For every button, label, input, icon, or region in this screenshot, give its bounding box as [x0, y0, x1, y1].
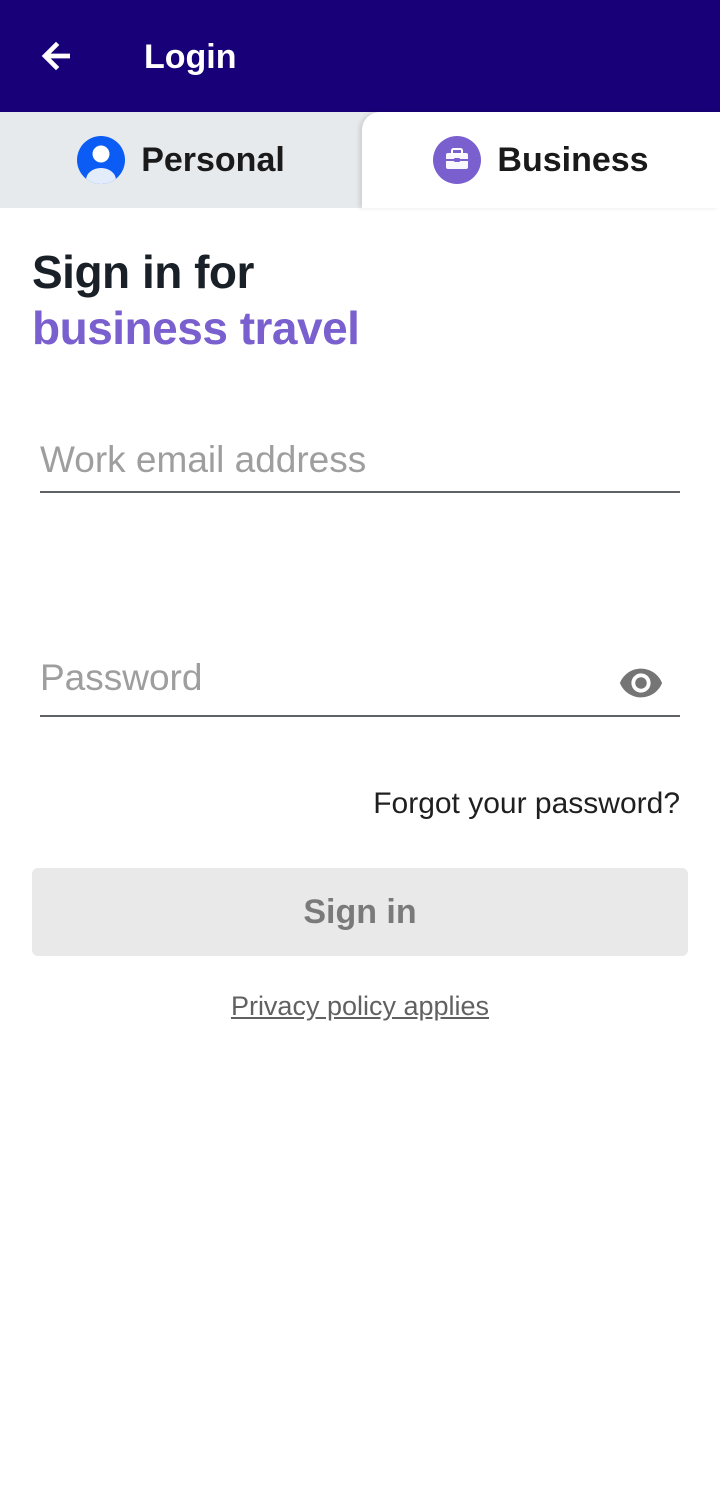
tab-personal[interactable]: Personal [0, 112, 362, 208]
email-field-container [40, 430, 680, 493]
heading-line-1: Sign in for [32, 246, 254, 298]
briefcase-icon [433, 136, 482, 184]
sign-in-button-label: Sign in [303, 892, 417, 931]
tab-business[interactable]: Business [362, 112, 720, 208]
page-title: Login [144, 38, 237, 76]
account-type-tabs: Personal Business [0, 112, 720, 208]
privacy-policy-link[interactable]: Privacy policy applies [231, 991, 489, 1021]
back-button[interactable] [24, 24, 88, 88]
login-screen: Login Personal Business Sign in for busi… [0, 0, 720, 1507]
password-visibility-toggle[interactable] [618, 660, 664, 706]
sign-in-button[interactable]: Sign in [32, 868, 688, 956]
forgot-password-link[interactable]: Forgot your password? [373, 785, 680, 823]
privacy-note: Privacy policy applies [0, 988, 720, 1024]
app-bar: Login [0, 0, 720, 112]
password-input[interactable] [40, 648, 600, 708]
person-icon [77, 136, 126, 184]
signin-heading: Sign in for business travel [32, 244, 360, 356]
password-field-container [40, 648, 680, 717]
eye-icon [619, 668, 663, 698]
tab-business-label: Business [497, 141, 649, 179]
arrow-left-icon [41, 41, 70, 71]
heading-line-2: business travel [32, 302, 360, 354]
email-input[interactable] [40, 430, 680, 490]
tab-personal-label: Personal [141, 141, 285, 179]
